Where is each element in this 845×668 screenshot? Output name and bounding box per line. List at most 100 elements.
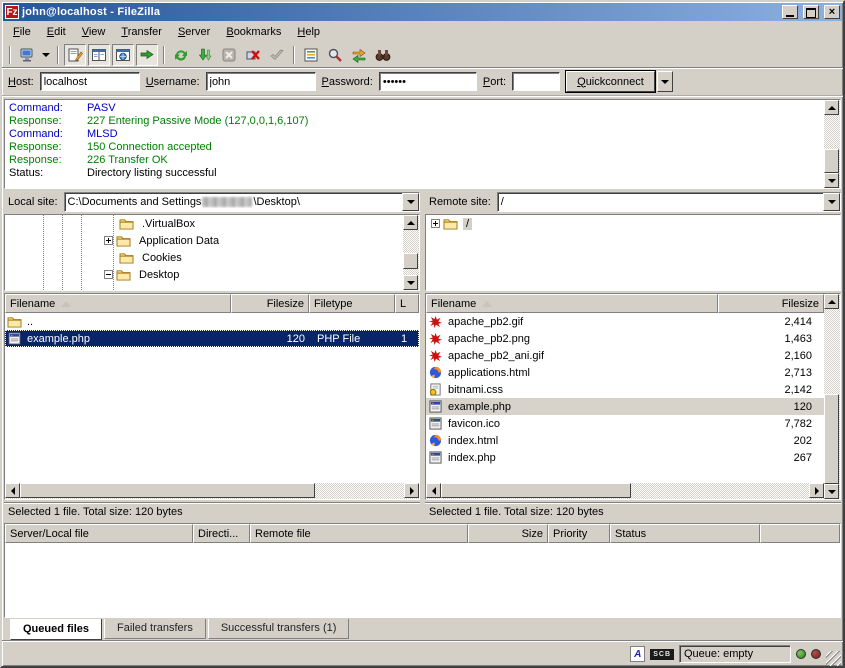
remote-path-value: / <box>498 196 823 208</box>
resize-grip[interactable] <box>826 651 841 666</box>
menu-transfer[interactable]: Transfer <box>114 24 169 40</box>
log-scrollbar[interactable] <box>824 100 840 188</box>
local-path-combo[interactable]: C:\Documents and Settings\Desktop\ <box>64 192 420 212</box>
collapse-icon[interactable] <box>104 270 113 279</box>
toggle-local-tree-button[interactable] <box>88 44 110 66</box>
column-filetype[interactable]: Filetype <box>309 294 395 313</box>
file-row[interactable]: apache_pb2_ani.gif2,160 <box>426 347 824 364</box>
maximize-button[interactable] <box>803 5 819 19</box>
scroll-right-button[interactable] <box>809 483 824 498</box>
tree-item-virtualbox[interactable]: .VirtualBox <box>5 215 403 232</box>
scroll-up-button[interactable] <box>403 215 418 230</box>
file-row[interactable]: index.php267 <box>426 449 824 466</box>
expand-icon[interactable] <box>104 236 113 245</box>
filter-button[interactable] <box>300 44 322 66</box>
cancel-operation-button[interactable] <box>218 44 240 66</box>
menu-server[interactable]: Server <box>171 24 217 40</box>
refresh-button[interactable] <box>170 44 192 66</box>
remote-path-dropdown[interactable] <box>823 193 840 211</box>
remote-file-list: Filename Filesize apache_pb2.gif2,414 ap… <box>425 293 841 521</box>
toggle-message-log-button[interactable] <box>64 44 86 66</box>
remote-list-vscrollbar[interactable] <box>824 294 840 499</box>
scroll-right-button[interactable] <box>404 483 419 498</box>
menu-help[interactable]: Help <box>290 24 327 40</box>
username-input[interactable] <box>206 72 316 91</box>
folder-icon <box>7 315 23 329</box>
scroll-thumb[interactable] <box>403 253 418 269</box>
scroll-thumb[interactable] <box>20 483 315 498</box>
host-label: Host: <box>8 76 34 88</box>
column-size[interactable]: Size <box>468 524 548 543</box>
indicator-badge[interactable]: SCB <box>650 649 674 660</box>
port-input[interactable] <box>512 72 560 91</box>
file-row[interactable]: favicon.ico7,782 <box>426 415 824 432</box>
column-last-modified[interactable]: L <box>395 294 419 313</box>
scroll-thumb[interactable] <box>824 394 839 484</box>
file-row[interactable]: index.html202 <box>426 432 824 449</box>
column-status[interactable]: Status <box>610 524 760 543</box>
scroll-down-button[interactable] <box>824 484 839 499</box>
folder-icon <box>443 217 459 231</box>
minimize-button[interactable] <box>782 5 798 19</box>
toggle-queue-button[interactable] <box>136 44 158 66</box>
file-row[interactable]: apache_pb2.gif2,414 <box>426 313 824 330</box>
menu-view[interactable]: View <box>75 24 113 40</box>
scroll-thumb[interactable] <box>441 483 631 498</box>
local-tree-scrollbar[interactable] <box>403 215 419 290</box>
scroll-thumb[interactable] <box>824 149 839 173</box>
tree-item-desktop[interactable]: Desktop <box>5 266 403 283</box>
disconnect-button[interactable] <box>242 44 264 66</box>
tree-item-cookies[interactable]: Cookies <box>5 249 403 266</box>
site-manager-button[interactable] <box>16 44 38 66</box>
toggle-remote-tree-button[interactable] <box>112 44 134 66</box>
directory-comparison-button[interactable] <box>348 44 370 66</box>
datatype-indicator-icon[interactable]: A <box>630 646 645 662</box>
file-row-parent-dir[interactable]: .. <box>5 313 419 330</box>
scroll-left-button[interactable] <box>426 483 441 498</box>
quickconnect-button[interactable]: Quickconnect <box>566 71 655 92</box>
scroll-up-button[interactable] <box>824 294 839 309</box>
column-filesize[interactable]: Filesize <box>231 294 309 313</box>
column-server-local-file[interactable]: Server/Local file <box>5 524 193 543</box>
host-input[interactable] <box>40 72 140 91</box>
activity-led-green <box>796 649 806 659</box>
remote-list-hscrollbar[interactable] <box>426 483 824 499</box>
menu-bookmarks[interactable]: Bookmarks <box>219 24 288 40</box>
file-search-button[interactable] <box>324 44 346 66</box>
expand-icon[interactable] <box>431 219 440 228</box>
local-list-hscrollbar[interactable] <box>5 483 419 499</box>
reconnect-button[interactable] <box>266 44 288 66</box>
close-button[interactable]: × <box>824 5 840 19</box>
file-row[interactable]: bitnami.css2,142 <box>426 381 824 398</box>
file-row[interactable]: applications.html2,713 <box>426 364 824 381</box>
column-filename[interactable]: Filename <box>5 294 231 313</box>
scroll-up-button[interactable] <box>824 100 839 115</box>
column-filename[interactable]: Filename <box>426 294 718 313</box>
scroll-left-button[interactable] <box>5 483 20 498</box>
site-manager-dropdown[interactable] <box>40 44 52 66</box>
column-direction[interactable]: Directi... <box>193 524 250 543</box>
column-priority[interactable]: Priority <box>548 524 610 543</box>
tab-queued-files[interactable]: Queued files <box>10 619 102 640</box>
remote-path-combo[interactable]: / <box>497 192 841 212</box>
toolbar-separator <box>57 46 59 64</box>
scroll-down-button[interactable] <box>824 173 839 188</box>
quickconnect-dropdown[interactable] <box>657 71 673 92</box>
column-remote-file[interactable]: Remote file <box>250 524 468 543</box>
column-filesize[interactable]: Filesize <box>718 294 824 313</box>
file-row-selected[interactable]: example.php120 <box>426 398 824 415</box>
synchronized-browsing-button[interactable] <box>372 44 394 66</box>
menu-edit[interactable]: Edit <box>40 24 73 40</box>
tab-successful-transfers[interactable]: Successful transfers (1) <box>208 619 350 639</box>
tab-failed-transfers[interactable]: Failed transfers <box>104 619 206 639</box>
file-row-example-php[interactable]: example.php 120 PHP File 1 <box>5 330 419 347</box>
tree-item-root[interactable]: / <box>426 215 840 232</box>
file-row[interactable]: apache_pb2.png1,463 <box>426 330 824 347</box>
tree-item-application-data[interactable]: Application Data <box>5 232 403 249</box>
process-queue-button[interactable] <box>194 44 216 66</box>
local-path-dropdown[interactable] <box>402 193 419 211</box>
app-icon: Fz <box>5 5 19 19</box>
password-input[interactable] <box>379 72 477 91</box>
menu-file[interactable]: File <box>6 24 38 40</box>
scroll-down-button[interactable] <box>403 275 418 290</box>
